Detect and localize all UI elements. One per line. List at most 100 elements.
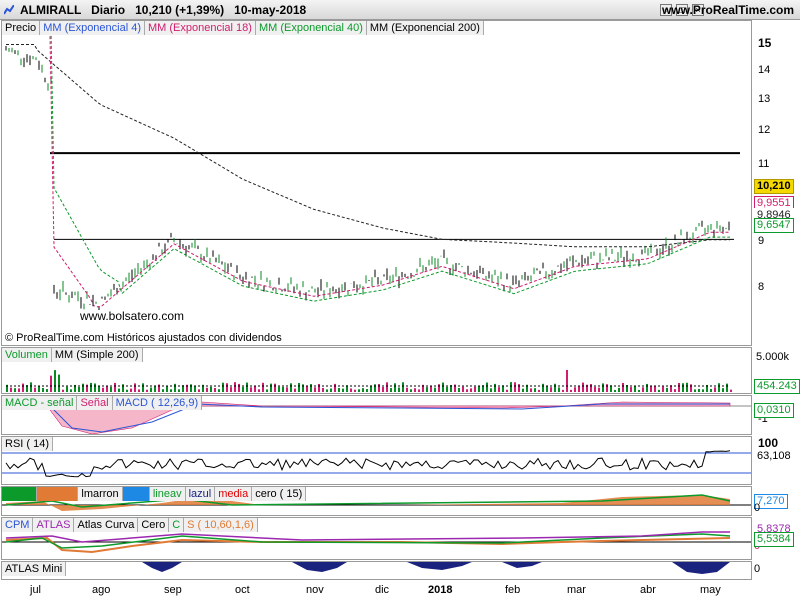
volume-bar-165	[666, 387, 668, 392]
volume-bar-68	[278, 386, 280, 392]
macd-panel[interactable]: MACD - señal Señal MACD ( 12,26,9)	[1, 395, 752, 435]
volume-bar-99	[402, 382, 404, 392]
volume-bar-123	[498, 387, 500, 392]
volume-bar-37	[154, 386, 156, 392]
rsi-panel[interactable]: RSI ( 14)	[1, 436, 752, 485]
volume-bar-94	[382, 386, 384, 392]
volume-bar-142	[574, 387, 576, 392]
volume-bar-54	[222, 382, 224, 392]
volume-bar-160	[646, 383, 648, 392]
volume-bar-146	[590, 384, 592, 392]
volume-bar-137	[554, 383, 556, 392]
volume-bar-108	[438, 384, 440, 392]
volume-bar-67	[274, 383, 276, 392]
volume-bar-133	[538, 389, 540, 392]
volume-bar-33	[138, 389, 140, 392]
volume-bar-50	[206, 387, 208, 392]
rsi-value: 63,108	[754, 449, 794, 464]
volume-bar-132	[534, 388, 536, 392]
volume-bar-65	[266, 389, 268, 392]
tick-8: 8	[758, 281, 765, 293]
volume-bar-128	[518, 384, 520, 392]
volume-bar-118	[478, 386, 480, 392]
ma18-line	[44, 21, 730, 308]
volume-bar-156	[630, 387, 632, 392]
site-url[interactable]: www.ProRealTime.com	[662, 3, 794, 17]
volume-bar-88	[358, 389, 360, 392]
volume-bar-57	[234, 382, 236, 392]
volume-bar-169	[682, 383, 684, 392]
atlas-mini-panel[interactable]: ATLAS Mini	[1, 561, 752, 580]
volume-bar-22	[94, 383, 96, 392]
volume-bar-117	[474, 386, 476, 392]
macd-axis: -1 0,0310	[752, 395, 800, 435]
volume-bar-1	[10, 387, 12, 392]
volume-bar-52	[214, 387, 216, 392]
volume-bar-23	[98, 386, 100, 392]
price-panel[interactable]: Precio MM (Exponencial 4) MM (Exponencia…	[1, 20, 752, 346]
volume-bar-95	[386, 382, 388, 392]
volume-bar-134	[542, 383, 544, 392]
volume-bar-152	[614, 389, 616, 392]
volume-bar-157	[634, 386, 636, 392]
legend-lmarron: lmarron	[78, 487, 123, 501]
volume-bar-43	[178, 389, 180, 392]
volume-bar-32	[134, 383, 136, 392]
volume-bar-56	[230, 387, 232, 392]
volume-bar-27	[114, 382, 116, 392]
volume-bar-87	[354, 389, 356, 392]
volume-bar-6	[30, 382, 32, 392]
x-axis: jul ago sep oct nov dic 2018 feb mar abr…	[0, 580, 800, 600]
volume-bar-70	[286, 387, 288, 392]
legend-verde: verde	[2, 487, 37, 501]
legend-ma40: MM (Exponencial 40)	[255, 21, 367, 35]
volume-bar-66	[270, 383, 272, 392]
cpm-panel[interactable]: CPM ATLAS Atlas Curva Cero C S ( 10,60,1…	[1, 517, 752, 560]
watermark: www.bolsatero.com	[80, 309, 185, 323]
volume-bar-82	[334, 383, 336, 392]
atlas-area-2	[292, 562, 347, 572]
rsi-chart	[2, 450, 751, 478]
volume-bar-13	[58, 374, 60, 392]
volume-bar-150	[606, 384, 608, 392]
volume-bar-115	[466, 389, 468, 392]
legend-vol-ma: MM (Simple 200)	[51, 348, 143, 362]
price-axis: 15 14 13 12 11 9 8 10,210 9,9551 9,8946 …	[752, 20, 800, 346]
volume-top-tick: 5.000k	[756, 351, 790, 363]
volume-bar-14	[62, 389, 64, 392]
volume-bar-40	[166, 386, 168, 392]
volume-bar-114	[462, 386, 464, 392]
cpm-axis: 5,8378 0 5,5384	[752, 517, 800, 560]
legend-ma4: MM (Exponencial 4)	[40, 21, 146, 35]
color-indicator-panel[interactable]: verde marron lmarron azul lineav lazul m…	[1, 486, 752, 516]
volume-bar-126	[510, 382, 512, 392]
volume-bar-106	[430, 385, 432, 392]
volume-bar-7	[34, 387, 36, 392]
volume-bar-90	[366, 389, 368, 392]
legend-macd-signal: Señal	[77, 396, 113, 410]
x-label-2018: 2018	[428, 584, 453, 596]
volume-bar-53	[218, 389, 220, 392]
atlas-area-5	[672, 562, 730, 574]
legend-atlas-mini: ATLAS Mini	[2, 562, 67, 576]
volume-panel[interactable]: Volumen MM (Simple 200)	[1, 347, 752, 394]
tick-13: 13	[758, 93, 771, 105]
tick-11: 11	[758, 158, 770, 170]
volume-bar-89	[362, 388, 364, 392]
volume-bar-101	[410, 389, 412, 392]
rsi-legend: RSI ( 14)	[2, 437, 54, 451]
atlas-axis: 0	[752, 561, 800, 580]
price-chart	[5, 21, 740, 311]
volume-bar-11	[50, 375, 52, 392]
volume-bar-116	[470, 388, 472, 392]
volume-axis: 5.000k 454.243	[752, 347, 800, 394]
volume-bar-86	[350, 388, 352, 392]
volume-bar-36	[150, 387, 152, 392]
chart-icon	[4, 5, 14, 15]
title-bar: ALMIRALL Diario 10,210 (+1,39%) 10-may-2…	[0, 0, 800, 20]
volume-bar-61	[250, 387, 252, 392]
x-label-may: may	[700, 584, 721, 596]
legend-macd: MACD ( 12,26,9)	[112, 396, 203, 410]
x-label-ago: ago	[92, 584, 111, 596]
volume-bar-167	[674, 389, 676, 392]
